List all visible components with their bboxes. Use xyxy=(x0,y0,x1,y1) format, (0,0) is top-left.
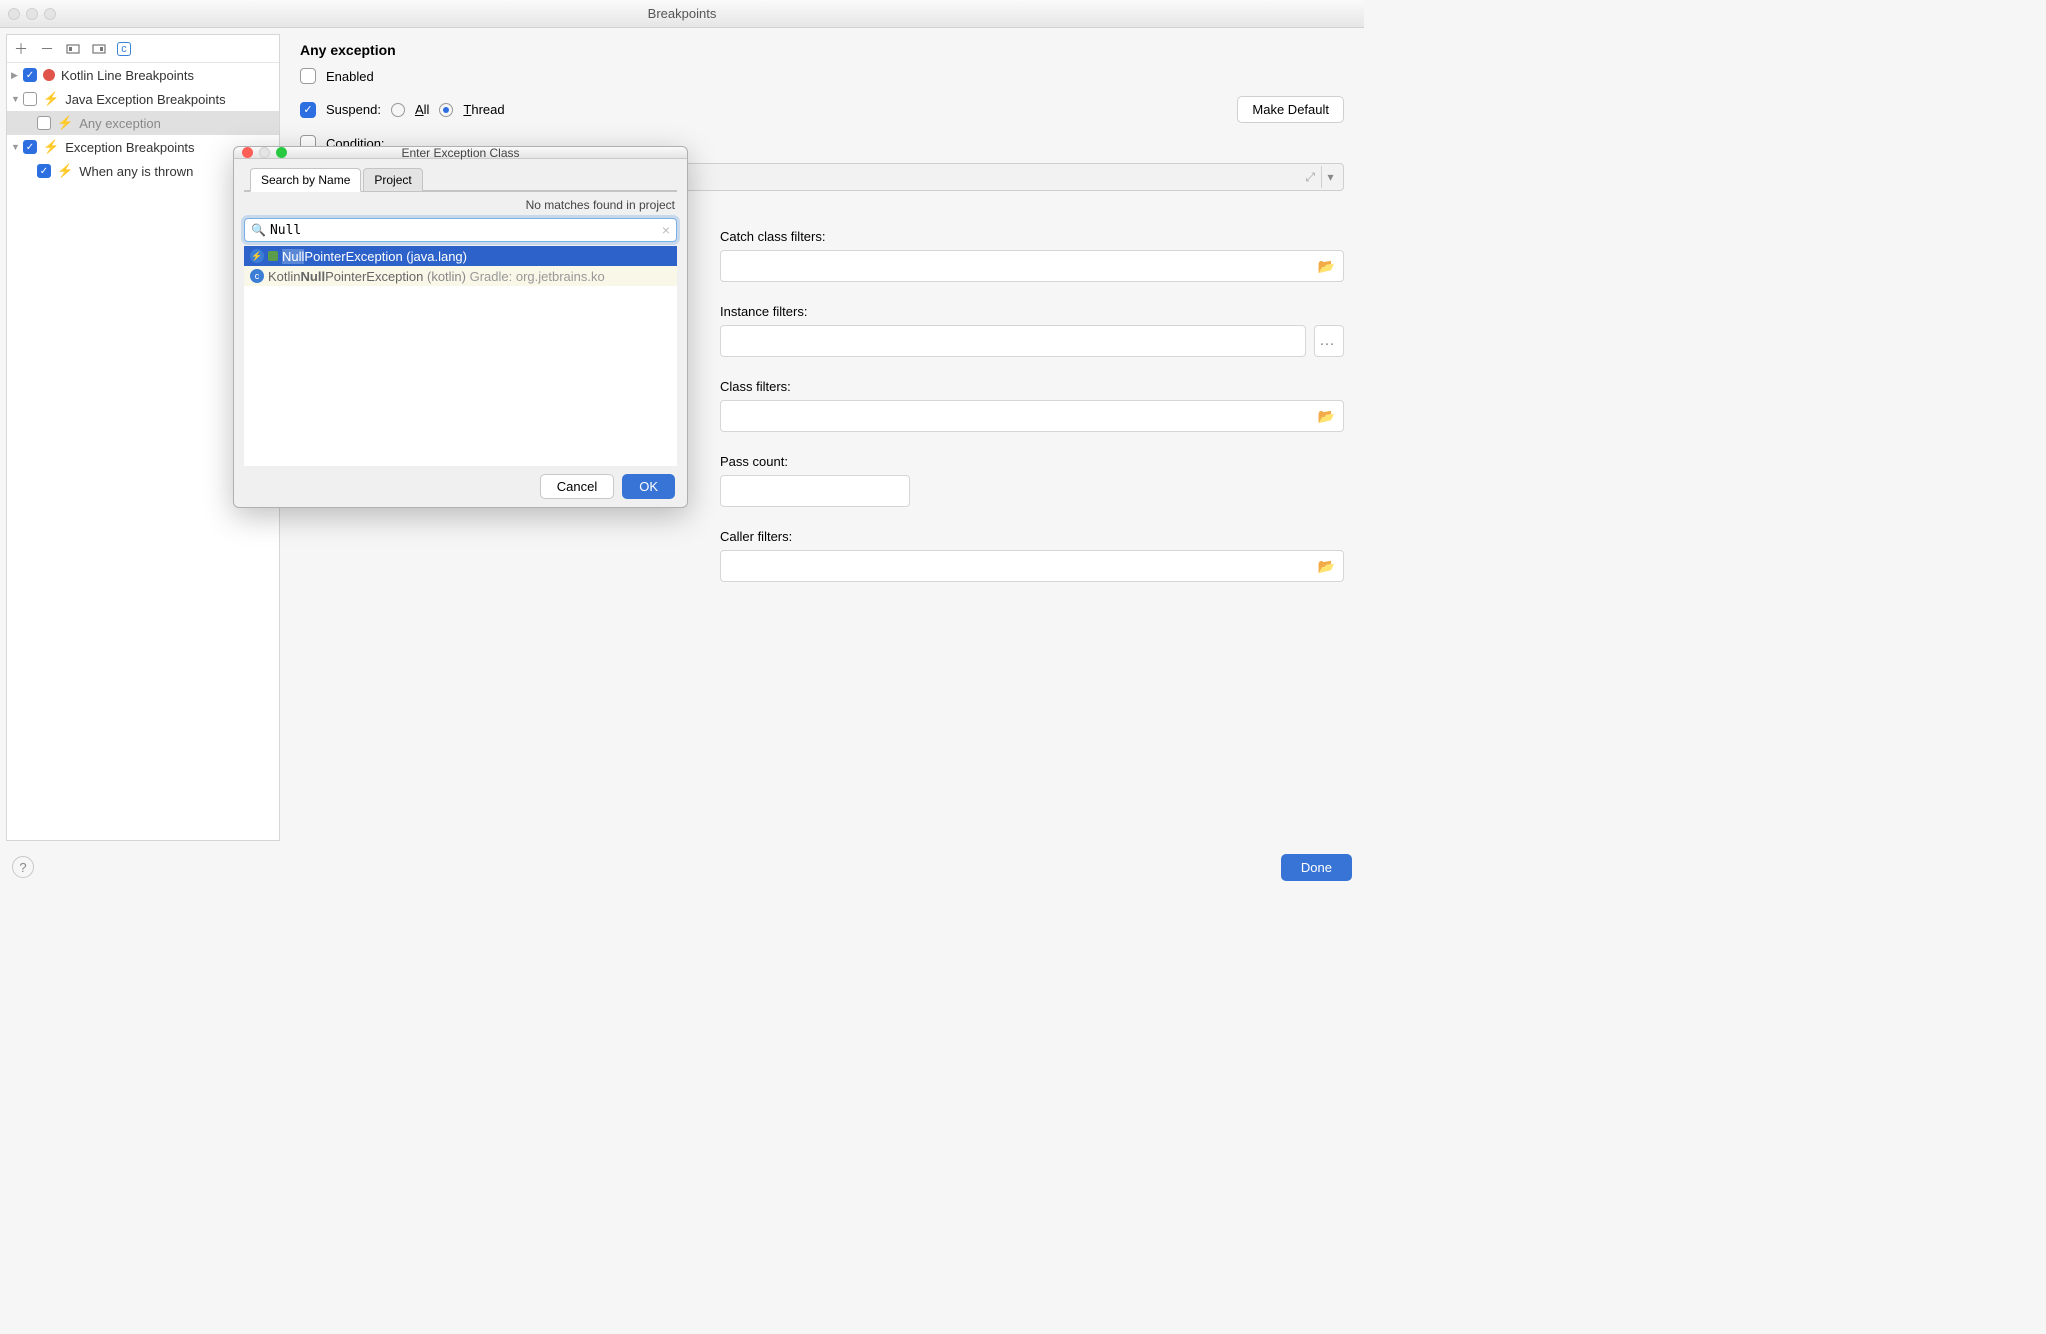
dialog-status-text: No matches found in project xyxy=(244,192,677,218)
dialog-title: Enter Exception Class xyxy=(234,146,687,160)
bolt-icon: ⚡ xyxy=(57,163,73,179)
result-text: KotlinNullPointerException (kotlin) Grad… xyxy=(268,269,605,284)
checkbox[interactable]: ✓ xyxy=(23,140,37,154)
enter-exception-class-dialog: Enter Exception Class Search by Name Pro… xyxy=(233,146,688,508)
catch-filters-input[interactable]: 📂 xyxy=(720,250,1344,282)
checkbox[interactable] xyxy=(23,92,37,106)
dialog-body: Search by Name Project No matches found … xyxy=(234,159,687,466)
history-dropdown-icon[interactable]: ▾ xyxy=(1321,166,1339,188)
window-title: Breakpoints xyxy=(0,6,1364,21)
clear-icon[interactable]: × xyxy=(662,222,670,238)
bolt-icon: ⚡ xyxy=(43,91,59,107)
search-field[interactable] xyxy=(270,223,662,238)
instance-filters-more-button[interactable]: … xyxy=(1314,325,1344,357)
search-results: ⚡ NullPointerException (java.lang) c Kot… xyxy=(244,246,677,466)
instance-filters-input[interactable] xyxy=(720,325,1306,357)
expand-icon[interactable]: ▶ xyxy=(11,70,21,81)
suspend-row: ✓ Suspend: All Thread Make Default xyxy=(300,96,1344,123)
dialog-tabs: Search by Name Project xyxy=(244,167,677,192)
pass-count-input[interactable] xyxy=(720,475,910,507)
bolt-icon: ⚡ xyxy=(57,115,73,131)
tree-group-label: Kotlin Line Breakpoints xyxy=(61,68,194,83)
dialog-titlebar: Enter Exception Class xyxy=(234,147,687,159)
expand-editor-icon[interactable]: ⤢ xyxy=(1301,170,1319,185)
sidebar-toolbar: ＋ － c xyxy=(7,35,279,63)
bolt-icon: ⚡ xyxy=(43,139,59,155)
class-breakpoint-icon[interactable]: c xyxy=(117,42,131,56)
class-filters-input[interactable]: 📂 xyxy=(720,400,1344,432)
tree-item-label: When any is thrown xyxy=(79,164,193,179)
done-button[interactable]: Done xyxy=(1281,854,1352,881)
group-by-type-icon[interactable] xyxy=(65,41,81,57)
group-by-file-icon[interactable] xyxy=(91,41,107,57)
settings-heading: Any exception xyxy=(300,42,1344,58)
tree-group-kotlin[interactable]: ▶ ✓ Kotlin Line Breakpoints xyxy=(7,63,279,87)
tree-group-java-exception[interactable]: ▼ ⚡ Java Exception Breakpoints xyxy=(7,87,279,111)
lang-icon xyxy=(268,251,278,261)
search-icon: 🔍 xyxy=(251,223,266,237)
checkbox[interactable] xyxy=(37,116,51,130)
enabled-checkbox[interactable] xyxy=(300,68,316,84)
tab-project[interactable]: Project xyxy=(363,168,422,192)
enabled-label: Enabled xyxy=(326,69,374,84)
collapse-icon[interactable]: ▼ xyxy=(11,142,21,152)
folder-icon[interactable]: 📂 xyxy=(1318,558,1335,575)
result-text: NullPointerException (java.lang) xyxy=(282,249,467,264)
tree-item-any-exception[interactable]: ⚡ Any exception xyxy=(7,111,279,135)
tree-group-label: Java Exception Breakpoints xyxy=(65,92,225,107)
instance-filters-label: Instance filters: xyxy=(720,304,1344,319)
cancel-button[interactable]: Cancel xyxy=(540,474,614,499)
enabled-row: Enabled xyxy=(300,68,1344,84)
remove-icon[interactable]: － xyxy=(39,41,55,57)
breakpoint-dot-icon xyxy=(43,69,55,81)
checkbox[interactable]: ✓ xyxy=(23,68,37,82)
radio-all-label: All xyxy=(415,102,429,117)
result-kotlin-npe[interactable]: c KotlinNullPointerException (kotlin) Gr… xyxy=(244,266,677,286)
folder-icon[interactable]: 📂 xyxy=(1318,258,1335,275)
dialog-footer: Cancel OK xyxy=(234,466,687,507)
caller-filters-label: Caller filters: xyxy=(720,529,1344,544)
make-default-button[interactable]: Make Default xyxy=(1237,96,1344,123)
class-filters-label: Class filters: xyxy=(720,379,1344,394)
help-icon[interactable]: ? xyxy=(12,856,34,878)
tree-group-label: Exception Breakpoints xyxy=(65,140,194,155)
folder-icon[interactable]: 📂 xyxy=(1318,408,1335,425)
tab-search-by-name[interactable]: Search by Name xyxy=(250,168,361,192)
tree-item-label: Any exception xyxy=(79,116,161,131)
pass-count-label: Pass count: xyxy=(720,454,1344,469)
add-icon[interactable]: ＋ xyxy=(13,41,29,57)
class-icon: ⚡ xyxy=(250,249,264,263)
radio-all[interactable] xyxy=(391,103,405,117)
caller-filters-input[interactable]: 📂 xyxy=(720,550,1344,582)
collapse-icon[interactable]: ▼ xyxy=(11,94,21,104)
catch-filters-label: Catch class filters: xyxy=(720,229,1344,244)
suspend-checkbox[interactable]: ✓ xyxy=(300,102,316,118)
footer: ? Done xyxy=(0,847,1364,887)
checkbox[interactable]: ✓ xyxy=(37,164,51,178)
suspend-label: Suspend: xyxy=(326,102,381,117)
ok-button[interactable]: OK xyxy=(622,474,675,499)
class-icon: c xyxy=(250,269,264,283)
radio-thread-label: Thread xyxy=(463,102,504,117)
result-npe[interactable]: ⚡ NullPointerException (java.lang) xyxy=(244,246,677,266)
search-input[interactable]: 🔍 × xyxy=(244,218,677,242)
window-titlebar: Breakpoints xyxy=(0,0,1364,28)
radio-thread[interactable] xyxy=(439,103,453,117)
